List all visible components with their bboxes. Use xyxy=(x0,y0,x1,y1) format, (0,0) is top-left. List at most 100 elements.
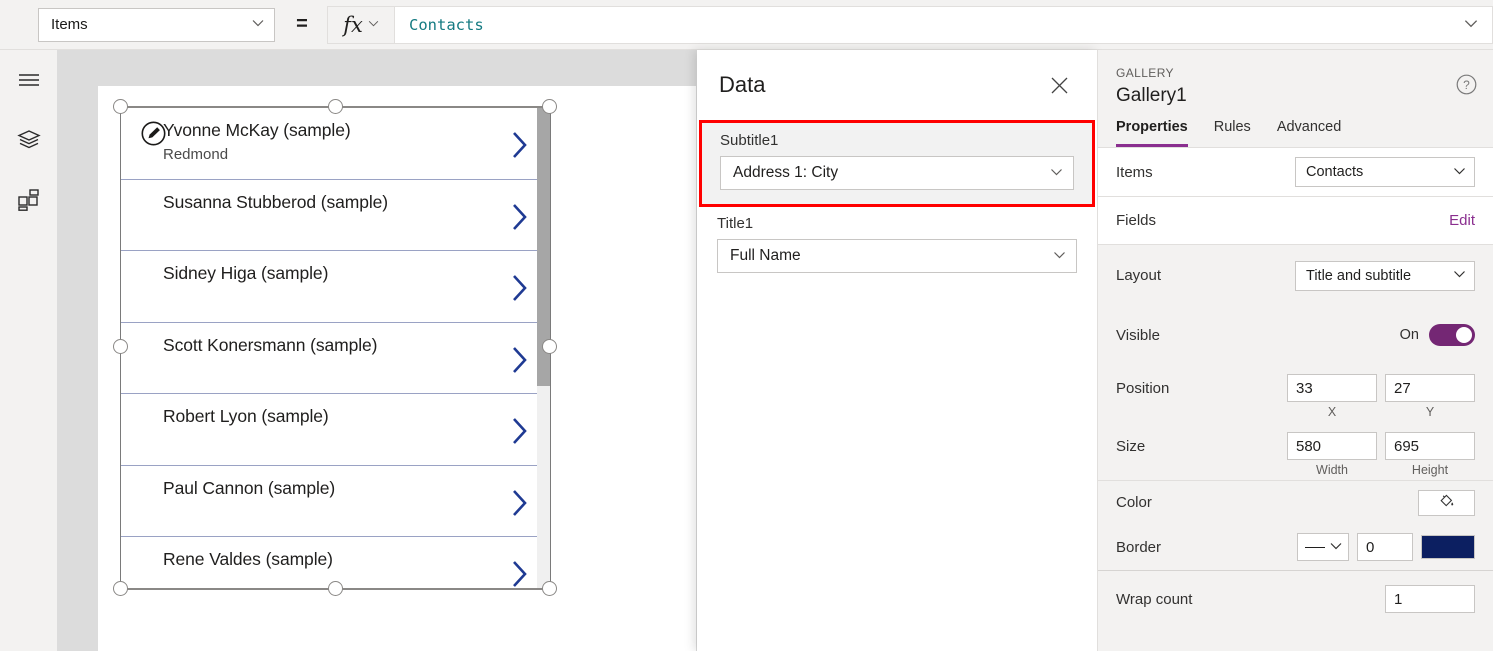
position-y-input[interactable]: 27 xyxy=(1385,374,1475,402)
chevron-right-icon[interactable] xyxy=(510,273,530,308)
property-label-color: Color xyxy=(1116,494,1152,511)
tree-view-icon xyxy=(16,129,41,151)
rail-item-insert[interactable] xyxy=(0,170,57,230)
resize-handle-top-right[interactable] xyxy=(542,99,557,114)
size-width-input[interactable]: 580 xyxy=(1287,432,1377,460)
data-panel-title: Data xyxy=(719,72,766,97)
size-height-input[interactable]: 695 xyxy=(1385,432,1475,460)
wrap-count-input[interactable]: 1 xyxy=(1385,585,1475,613)
data-field-group: Title1 Full Name xyxy=(697,207,1097,285)
edit-pencil-badge-icon[interactable] xyxy=(141,121,166,146)
border-style-dropdown[interactable] xyxy=(1297,533,1349,561)
gallery-item-title: Paul Cannon (sample) xyxy=(163,477,336,498)
visible-toggle[interactable] xyxy=(1429,324,1475,346)
position-y-caption: Y xyxy=(1425,405,1435,419)
data-field-value: Full Name xyxy=(730,247,801,264)
formula-bar: Items = fx Contacts xyxy=(0,0,1493,50)
layout-dropdown[interactable]: Title and subtitle xyxy=(1295,260,1475,291)
chevron-right-icon[interactable] xyxy=(510,488,530,523)
properties-tabs: Properties Rules Advanced xyxy=(1098,107,1493,148)
property-row-layout[interactable]: Layout Title and subtitle xyxy=(1098,244,1493,306)
gallery-item-title: Scott Konersmann (sample) xyxy=(163,334,378,355)
fields-edit-link[interactable]: Edit xyxy=(1449,212,1475,229)
chevron-down-icon xyxy=(1453,167,1466,178)
property-selector-dropdown[interactable]: Items xyxy=(38,7,275,42)
formula-expand-chevron-icon[interactable] xyxy=(1464,19,1478,31)
gallery-control[interactable]: Yvonne McKay (sample) Redmond Susanna Stub… xyxy=(113,99,557,596)
fill-color-button[interactable] xyxy=(1418,489,1475,516)
gallery-item[interactable]: Susanna Stubberod (sample) xyxy=(121,180,550,251)
property-label-position: Position xyxy=(1116,380,1170,397)
property-label-fields: Fields xyxy=(1116,212,1157,229)
border-color-swatch[interactable] xyxy=(1421,535,1475,559)
gallery-item[interactable]: Robert Lyon (sample) xyxy=(121,394,550,466)
data-field-group: Subtitle1 Address 1: City xyxy=(699,120,1095,207)
power-apps-studio: Items = fx Contacts Yvonne McKay (sample… xyxy=(0,0,1493,651)
property-row-position[interactable]: Position 33 X 27 Y xyxy=(1098,364,1493,422)
property-row-wrap-count[interactable]: Wrap count 1 xyxy=(1098,570,1493,620)
gallery-item-title: Rene Valdes (sample) xyxy=(163,549,333,569)
border-thickness-input[interactable]: 0 xyxy=(1357,533,1413,561)
resize-handle-top-left[interactable] xyxy=(113,99,128,114)
resize-handle-top-center[interactable] xyxy=(328,99,343,114)
data-panel: Data Subtitle1 Address 1: City Title1 Full … xyxy=(697,50,1097,651)
rail-item-menu[interactable] xyxy=(0,50,57,110)
chevron-right-icon[interactable] xyxy=(510,130,530,165)
solid-line-icon xyxy=(1304,546,1325,548)
position-x-caption: X xyxy=(1327,405,1337,419)
property-row-fields[interactable]: Fields Edit xyxy=(1098,196,1493,244)
property-row-size[interactable]: Size 580 Width 695 Height xyxy=(1098,422,1493,480)
properties-tab-rules[interactable]: Rules xyxy=(1214,119,1251,147)
data-field-label: Title1 xyxy=(717,215,754,232)
chevron-right-icon[interactable] xyxy=(510,559,530,588)
property-row-items[interactable]: Items Contacts xyxy=(1098,148,1493,196)
equals-sign: = xyxy=(296,13,308,35)
items-dropdown-value: Contacts xyxy=(1306,164,1364,180)
svg-text:?: ? xyxy=(1463,78,1470,92)
resize-handle-bottom-right[interactable] xyxy=(542,581,557,596)
formula-input[interactable]: Contacts xyxy=(395,5,1493,44)
resize-handle-bottom-center[interactable] xyxy=(328,581,343,596)
chevron-right-icon[interactable] xyxy=(510,202,530,237)
fx-button[interactable]: fx xyxy=(327,5,395,44)
canvas-area[interactable]: Yvonne McKay (sample) Redmond Susanna Stub… xyxy=(57,50,697,651)
chevron-right-icon[interactable] xyxy=(510,416,530,451)
gallery-items-list[interactable]: Yvonne McKay (sample) Redmond Susanna Stub… xyxy=(121,108,550,588)
resize-handle-bottom-left[interactable] xyxy=(113,581,128,596)
items-dropdown[interactable]: Contacts xyxy=(1295,157,1475,187)
gallery-box[interactable]: Yvonne McKay (sample) Redmond Susanna Stub… xyxy=(120,107,551,589)
property-label-layout: Layout xyxy=(1116,267,1162,284)
help-icon[interactable]: ? xyxy=(1456,74,1477,100)
resize-handle-middle-right[interactable] xyxy=(542,339,557,354)
chevron-right-icon[interactable] xyxy=(510,345,530,380)
data-field-dropdown[interactable]: Address 1: City xyxy=(720,156,1074,190)
property-label-visible: Visible xyxy=(1116,326,1160,344)
property-row-color[interactable]: Color xyxy=(1098,480,1493,524)
gallery-item-title: Susanna Stubberod (sample) xyxy=(163,191,389,212)
gallery-item-title: Robert Lyon (sample) xyxy=(163,406,329,426)
close-icon[interactable] xyxy=(1043,69,1075,101)
chevron-down-icon xyxy=(1453,270,1466,281)
properties-tab-properties[interactable]: Properties xyxy=(1116,119,1188,147)
data-panel-header: Data xyxy=(697,50,1097,120)
app-screen[interactable]: Yvonne McKay (sample) Redmond Susanna Stub… xyxy=(98,86,696,651)
gallery-item-subtitle: Redmond xyxy=(163,146,229,163)
paint-bucket-icon xyxy=(1438,492,1455,514)
rail-item-tree-view[interactable] xyxy=(0,110,57,170)
resize-handle-middle-left[interactable] xyxy=(113,339,128,354)
gallery-item[interactable]: Paul Cannon (sample) xyxy=(121,466,550,537)
position-x-input[interactable]: 33 xyxy=(1287,374,1377,402)
gallery-item[interactable]: Yvonne McKay (sample) Redmond xyxy=(121,108,550,180)
chevron-down-icon xyxy=(1053,251,1066,262)
gallery-item[interactable]: Scott Konersmann (sample) xyxy=(121,323,550,394)
property-row-visible[interactable]: Visible On xyxy=(1098,306,1493,364)
properties-panel: GALLERY Gallery1 ? Properties Rules Advanc… xyxy=(1097,50,1493,651)
property-selector-value: Items xyxy=(51,16,88,33)
data-panel-fields: Subtitle1 Address 1: City Title1 Full Name xyxy=(697,120,1097,285)
gallery-item-title: Yvonne McKay (sample) xyxy=(163,120,351,140)
property-row-border[interactable]: Border 0 xyxy=(1098,524,1493,570)
properties-tab-advanced[interactable]: Advanced xyxy=(1277,119,1342,147)
data-field-dropdown[interactable]: Full Name xyxy=(717,239,1077,273)
gallery-item[interactable]: Sidney Higa (sample) xyxy=(121,251,550,323)
toggle-knob xyxy=(1456,327,1472,343)
